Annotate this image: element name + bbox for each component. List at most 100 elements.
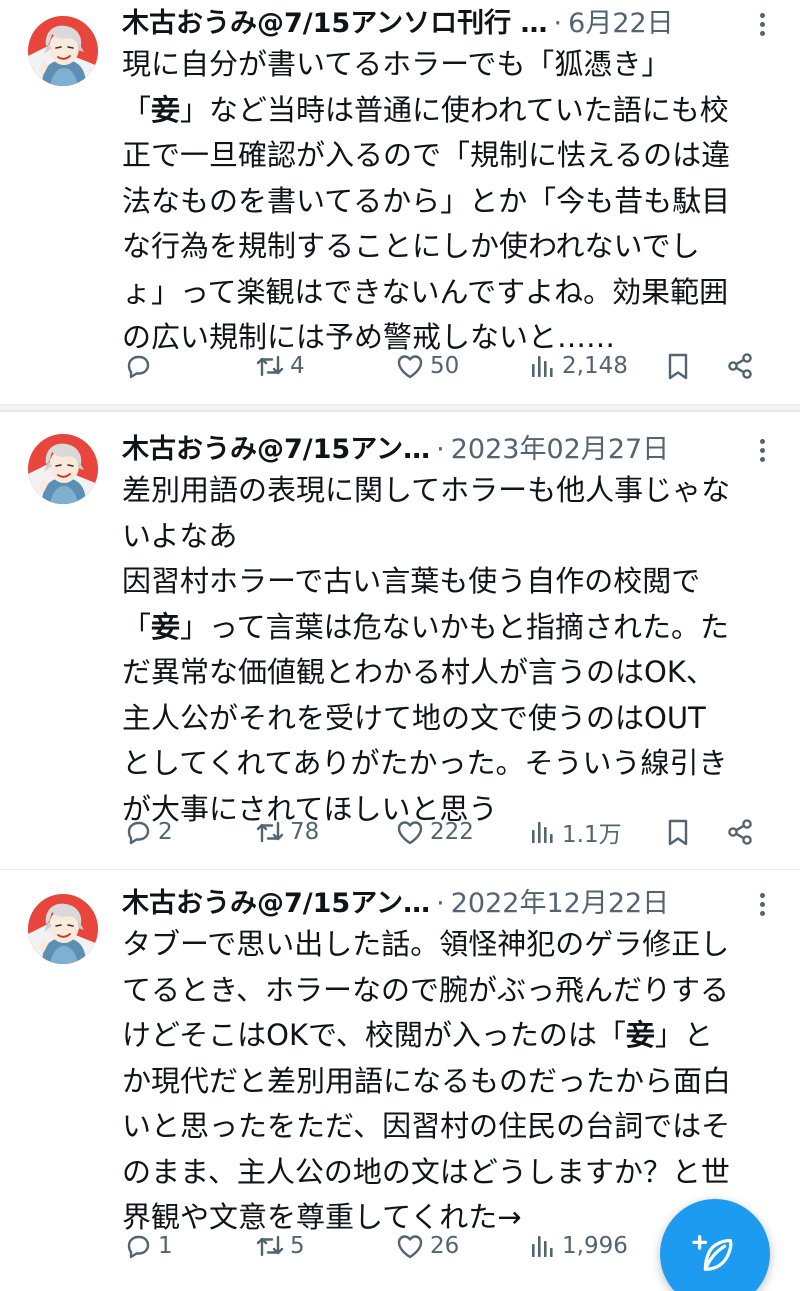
views-button[interactable]: 2,148 <box>526 346 628 386</box>
like-button[interactable]: 26 <box>394 1226 459 1266</box>
retweet-button[interactable]: 4 <box>254 346 305 386</box>
reply-button[interactable]: 1 <box>122 1226 173 1266</box>
tweet[interactable]: 木古おうみ@7/15アンソロ刊行 … · 6月22日 現に自分が書いてるホラーで… <box>0 0 800 404</box>
tweet-text-line: 主人公がそれを受けて地の文で使うのはOUT <box>122 696 782 742</box>
text-run: てるとき、ホラーなので腕がぶっ飛んだりする <box>122 972 729 1007</box>
tweet-text-line: いと思ったをただ、因習村の住民の台詞ではそ <box>122 1104 782 1150</box>
compose-feather-icon <box>692 1229 738 1279</box>
tweet-text-line: ょ」って楽観はできないんですよね。効果範囲 <box>122 270 782 316</box>
avatar[interactable] <box>28 894 98 964</box>
views-button[interactable]: 1.1万 <box>526 812 622 852</box>
views-button[interactable]: 1,996 <box>526 1226 628 1266</box>
retweet-button[interactable]: 78 <box>254 812 319 852</box>
share-button[interactable] <box>724 346 756 386</box>
text-run: いと思ったをただ、因習村の住民の台詞ではそ <box>122 1109 731 1143</box>
tweet-text-line: 「妾」って言葉は危ないかもと指摘された。た <box>122 605 782 651</box>
retweet-arrows-icon <box>254 816 286 848</box>
tweet-text-line: てるとき、ホラーなので腕がぶっ飛んだりする <box>122 968 782 1014</box>
tweet-header: 木古おうみ@7/15アンソロ刊行 … · 6月22日 <box>122 4 740 44</box>
text-run: 現に自分が書いてるホラーでも「狐憑き」 <box>122 47 671 81</box>
emphasized-word: 妾 <box>151 92 181 127</box>
more-vertical-icon[interactable] <box>752 430 772 470</box>
more-vertical-icon[interactable] <box>752 884 772 924</box>
reply-bubble-icon <box>122 1230 154 1262</box>
bookmark-icon <box>662 350 694 382</box>
retweet-button[interactable]: 5 <box>254 1226 305 1266</box>
author-name[interactable]: 木古おうみ@7/15アンソロ刊行 … <box>122 4 548 44</box>
avatar[interactable] <box>28 16 98 86</box>
views-count: 1.1万 <box>562 822 622 848</box>
text-run: 正で一旦確認が入るので「規制に怯えるのは違 <box>122 138 731 172</box>
text-run: タブーで思い出した話。領怪神犯のゲラ修正し <box>122 927 730 961</box>
text-run: けどそこはOKで、校閲が入ったのは「 <box>122 1018 626 1052</box>
heart-icon <box>394 350 426 382</box>
bar-chart-icon <box>526 350 558 382</box>
views-count: 2,148 <box>562 353 628 379</box>
tweet-text-line: タブーで思い出した話。領怪神犯のゲラ修正し <box>122 922 782 968</box>
text-run: 」と <box>654 1018 713 1052</box>
text-run: ょ」って楽観はできないんですよね。効果範囲 <box>122 274 729 309</box>
like-button[interactable]: 50 <box>394 346 459 386</box>
tweet-text: タブーで思い出した話。領怪神犯のゲラ修正し てるとき、ホラーなので腕がぶっ飛んだり… <box>122 922 782 1241</box>
text-run: 「 <box>122 609 152 644</box>
retweet-arrows-icon <box>254 1230 286 1262</box>
retweets-count: 5 <box>290 1233 305 1259</box>
share-button[interactable] <box>724 812 756 852</box>
text-run: 因習村ホラーで古い言葉も使う自作の校閲で <box>122 564 701 598</box>
separator-dot: · <box>436 434 445 465</box>
tweet-text: 現に自分が書いてるホラーでも「狐憑き」「妾」など当時は普通に使われていた語にも校… <box>122 42 782 361</box>
views-count: 1,996 <box>562 1233 628 1259</box>
tweet-text-line: 因習村ホラーで古い言葉も使う自作の校閲で <box>122 559 782 605</box>
tweet[interactable]: 木古おうみ@7/15アン… · 2023年02月27日 差別用語の表現に関してホ… <box>0 411 800 869</box>
reply-bubble-icon <box>122 816 154 848</box>
share-nodes-icon <box>724 350 756 382</box>
tweet-text-line: 差別用語の表現に関してホラーも他人事じゃな <box>122 468 782 514</box>
tweet-text-line: けどそこはOKで、校閲が入ったのは「妾」と <box>122 1013 782 1059</box>
likes-count: 50 <box>430 353 460 379</box>
likes-count: 26 <box>430 1233 460 1259</box>
tweet-text-line: な行為を規制することにしか使われないでし <box>122 224 782 270</box>
tweet-text-line: だ異常な価値観とわかる村人が言うのはOK、 <box>122 650 782 696</box>
tweet-text-line: のまま、主人公の地の文はどうしますか？と世 <box>122 1150 782 1196</box>
author-name[interactable]: 木古おうみ@7/15アン… <box>122 884 430 924</box>
text-run: 「 <box>122 92 152 127</box>
heart-icon <box>394 816 426 848</box>
tweet-actions: 2 78 222 1.1万 <box>122 812 772 852</box>
share-nodes-icon <box>724 816 756 848</box>
tweet-actions: 4 50 2,148 <box>122 346 772 386</box>
text-run: 」って言葉は危ないかもと指摘された。た <box>180 609 730 644</box>
author-name[interactable]: 木古おうみ@7/15アン… <box>122 430 430 470</box>
bookmark-button[interactable] <box>662 346 694 386</box>
tweet-text-line: 法なものを書いてるから」とか「今も昔も駄目 <box>122 179 782 225</box>
tweet-text-line: 「妾」など当時は普通に使われていた語にも校 <box>122 88 782 134</box>
tweet-text-line: か現代だと差別用語になるものだったから面白 <box>122 1059 782 1105</box>
text-run: 差別用語の表現に関してホラーも他人事じゃな <box>122 473 731 507</box>
tweet-date[interactable]: 6月22日 <box>568 4 674 44</box>
like-button[interactable]: 222 <box>394 812 474 852</box>
bookmark-button[interactable] <box>662 812 694 852</box>
text-run: のまま、主人公の地の文はどうしますか？と世 <box>122 1154 730 1189</box>
tweet-text-line: いよなあ <box>122 514 782 560</box>
reply-button[interactable]: 2 <box>122 812 173 852</box>
heart-icon <box>394 1230 426 1262</box>
tweet-text-line: 正で一旦確認が入るので「規制に怯えるのは違 <box>122 133 782 179</box>
tweet-header: 木古おうみ@7/15アン… · 2022年12月22日 <box>122 884 740 924</box>
section-divider <box>0 404 800 411</box>
text-run: な行為を規制することにしか使われないでし <box>122 229 700 263</box>
separator-dot: · <box>553 8 563 39</box>
likes-count: 222 <box>430 819 474 845</box>
tweet-header: 木古おうみ@7/15アン… · 2023年02月27日 <box>122 430 740 470</box>
reply-button[interactable] <box>122 346 154 386</box>
bookmark-icon <box>662 816 694 848</box>
text-run: いよなあ <box>122 518 238 553</box>
text-run: か現代だと差別用語になるものだったから面白 <box>122 1063 732 1098</box>
bar-chart-icon <box>526 1230 558 1262</box>
bar-chart-icon <box>526 816 558 848</box>
more-vertical-icon[interactable] <box>752 4 772 44</box>
tweet-date[interactable]: 2023年02月27日 <box>451 430 669 470</box>
tweet-date[interactable]: 2022年12月22日 <box>451 884 669 924</box>
tweet-text-line: としてくれてありがたかった。そういう線引き <box>122 741 782 787</box>
reply-bubble-icon <box>122 350 154 382</box>
replies-count: 1 <box>158 1233 173 1259</box>
avatar[interactable] <box>28 434 98 504</box>
